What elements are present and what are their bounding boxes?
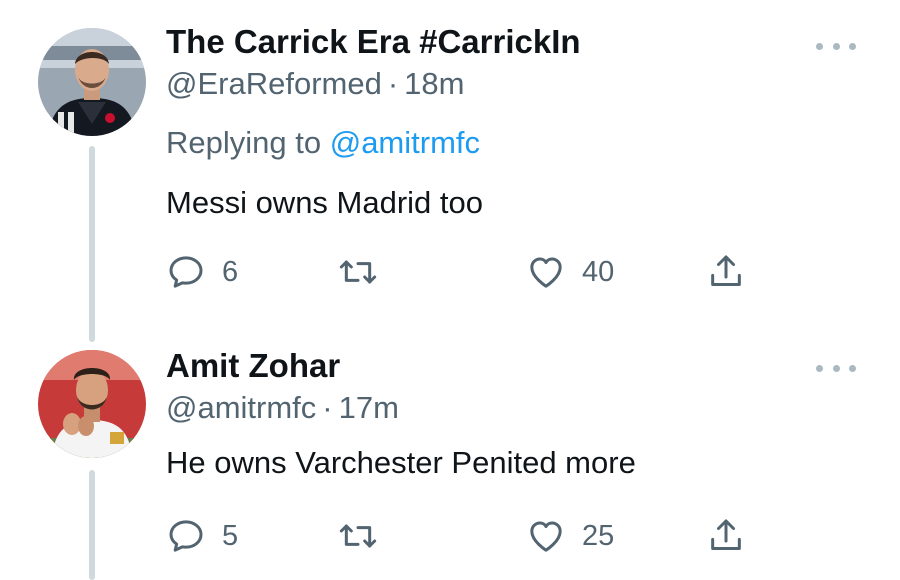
avatar[interactable]: [38, 28, 146, 136]
display-name[interactable]: The Carrick Era #CarrickIn: [166, 20, 860, 64]
avatar-image: [38, 350, 146, 458]
like-count: 25: [582, 519, 615, 552]
display-name[interactable]: Amit Zohar: [166, 344, 860, 388]
like-button[interactable]: 40: [526, 252, 614, 292]
action-bar: 6 40: [166, 252, 860, 292]
more-dot: [849, 364, 856, 372]
avatar-image: [38, 28, 146, 136]
share-icon: [711, 255, 741, 286]
share-icon: [711, 519, 741, 550]
more-options-icon[interactable]: [816, 36, 856, 56]
action-bar: 5 25: [166, 516, 860, 556]
retweet-icon: [339, 260, 377, 284]
reply-count: 6: [222, 255, 239, 288]
tweet[interactable]: Amit Zohar @amitrmfc · 17m He owns Varches…: [0, 330, 900, 580]
tweet-content: Amit Zohar @amitrmfc · 17m He owns Varches…: [166, 344, 860, 556]
reply-button[interactable]: 6: [166, 252, 238, 292]
share-button[interactable]: [706, 252, 746, 292]
tweet-text: He owns Varchester Penited more: [166, 445, 636, 480]
timestamp[interactable]: 17m: [339, 390, 399, 425]
timestamp[interactable]: 18m: [404, 66, 464, 101]
tweet-meta: @EraReformed · 18m: [166, 64, 860, 104]
handle[interactable]: @amitrmfc: [166, 390, 316, 425]
tweet-thread: The Carrick Era #CarrickIn @EraReformed ·…: [0, 0, 900, 580]
mention-link[interactable]: @amitrmfc: [330, 125, 480, 160]
tweet-meta: @amitrmfc · 17m: [166, 388, 860, 428]
retweet-button[interactable]: [338, 252, 378, 292]
separator: ·: [322, 390, 333, 425]
more-dot: [832, 42, 840, 50]
share-button[interactable]: [706, 516, 746, 556]
heart-icon: [530, 257, 562, 288]
more-dot: [816, 364, 823, 372]
separator: ·: [387, 66, 399, 101]
avatar[interactable]: [38, 350, 146, 458]
tweet-text: Messi owns Madrid too: [166, 185, 484, 220]
reply-icon: [169, 520, 203, 552]
reply-button[interactable]: 5: [166, 516, 238, 556]
thread-line: [89, 470, 95, 580]
heart-icon: [530, 521, 562, 552]
replying-to: Replying to @amitrmfc: [166, 122, 860, 164]
reply-icon: [169, 256, 203, 288]
retweet-button[interactable]: [338, 516, 378, 556]
more-options-icon[interactable]: [816, 358, 856, 378]
retweet-icon: [339, 524, 377, 548]
handle[interactable]: @EraReformed: [166, 66, 382, 101]
replying-label: Replying to: [166, 125, 322, 160]
tweet[interactable]: The Carrick Era #CarrickIn @EraReformed ·…: [0, 0, 900, 342]
like-count: 40: [582, 255, 615, 288]
more-dot: [832, 364, 840, 372]
like-button[interactable]: 25: [526, 516, 614, 556]
tweet-content: The Carrick Era #CarrickIn @EraReformed ·…: [166, 20, 860, 292]
reply-count: 5: [222, 519, 239, 552]
thread-line: [89, 146, 95, 342]
more-dot: [816, 42, 823, 50]
more-dot: [849, 42, 856, 50]
